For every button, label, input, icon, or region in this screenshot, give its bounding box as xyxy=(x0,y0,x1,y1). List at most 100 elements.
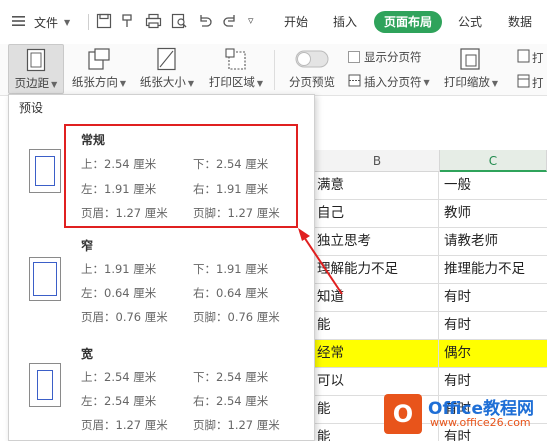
paper-size-label: 纸张大小 xyxy=(139,75,186,89)
margin-footer: 页脚：0.76 厘米 xyxy=(193,310,280,324)
margin-right: 右：0.64 厘米 xyxy=(193,286,269,300)
watermark: O Office教程网 www.office26.com xyxy=(384,386,547,441)
formula-area xyxy=(315,117,547,151)
panel-title: 预设 xyxy=(19,101,44,115)
preset-name: 窄 xyxy=(81,239,94,253)
column-header-c[interactable]: C xyxy=(440,150,547,172)
print-headers-icon xyxy=(517,74,530,91)
menu-bar: 文件 ▼ ▿ 开始 插入 页面布局 公式 数据 xyxy=(0,0,547,44)
print-area-icon xyxy=(224,44,248,74)
margin-bottom: 下：1.91 厘米 xyxy=(193,262,269,276)
ribbon: 页边距 ▼ 纸张方向 ▼ 纸张大小 ▼ 打印区域 ▼ 分页预览 显示分页符 插入分页符 … xyxy=(0,44,547,96)
print-icon[interactable] xyxy=(145,13,162,32)
print-titles-button[interactable]: 打 xyxy=(517,49,544,66)
show-page-breaks-checkbox[interactable]: 显示分页符 xyxy=(348,49,422,65)
page-break-preview-button[interactable]: 分页预览 xyxy=(284,44,340,94)
page-margins-icon xyxy=(26,45,46,75)
format-painter-icon[interactable] xyxy=(120,13,136,32)
save-icon[interactable] xyxy=(96,13,112,32)
preset-wide[interactable]: 宽 上：2.54 厘米 下：2.54 厘米 左：2.54 厘米 右：2.54 厘… xyxy=(9,335,314,441)
print-scaling-button[interactable]: 打印缩放 ▼ xyxy=(440,44,502,94)
table-row-highlighted: 经常 偶尔 xyxy=(315,340,547,368)
print-scaling-label: 打印缩放 xyxy=(443,75,490,89)
cell-b[interactable]: 理解能力不足 xyxy=(315,256,439,283)
redo-icon[interactable] xyxy=(222,13,238,32)
print-area-label: 打印区域 xyxy=(208,75,255,89)
insert-page-break-icon xyxy=(348,74,361,90)
chevron-down-icon: ▼ xyxy=(119,79,127,88)
page-break-preview-label: 分页预览 xyxy=(289,75,335,89)
cell-c[interactable]: 教师 xyxy=(440,200,547,227)
cell-b[interactable]: 独立思考 xyxy=(315,228,439,255)
chevron-down-icon: ▼ xyxy=(491,79,499,88)
page-margin-preview-icon xyxy=(29,149,61,193)
chevron-down-icon: ▼ xyxy=(51,80,58,89)
office-logo-icon: O xyxy=(384,394,422,434)
table-row: 能 有时 xyxy=(315,312,547,340)
print-preview-icon[interactable] xyxy=(171,13,188,32)
cell-c[interactable]: 一般 xyxy=(440,172,547,199)
cell-c[interactable]: 偶尔 xyxy=(440,340,547,367)
preset-narrow[interactable]: 窄 上：1.91 厘米 下：1.91 厘米 左：0.64 厘米 右：0.64 厘… xyxy=(9,229,314,335)
file-menu-label: 文件 xyxy=(34,15,59,30)
tab-insert[interactable]: 插入 xyxy=(333,11,357,33)
preset-name: 宽 xyxy=(81,347,94,361)
table-row: 知道 有时 xyxy=(315,284,547,312)
margin-right: 右：2.54 厘米 xyxy=(193,394,269,408)
tab-page-layout[interactable]: 页面布局 xyxy=(374,11,443,33)
cell-b[interactable]: 能 xyxy=(315,312,439,339)
hamburger-icon xyxy=(12,15,26,30)
show-page-breaks-label: 显示分页符 xyxy=(364,50,422,64)
margin-footer: 页脚：1.27 厘米 xyxy=(193,418,280,432)
margin-top: 上：2.54 厘米 xyxy=(81,370,157,384)
print-titles-label: 打 xyxy=(532,50,544,65)
orientation-button[interactable]: 纸张方向 ▼ xyxy=(68,44,130,94)
watermark-url: www.office26.com xyxy=(430,416,531,429)
chevron-down-icon: ▼ xyxy=(187,79,195,88)
print-titles-icon xyxy=(517,49,530,66)
undo-icon[interactable] xyxy=(197,13,213,32)
margin-left: 左：2.54 厘米 xyxy=(81,394,157,408)
table-row: 理解能力不足 推理能力不足 xyxy=(315,256,547,284)
print-headers-button[interactable]: 打 xyxy=(517,74,544,91)
page-margin-preview-icon xyxy=(29,363,61,407)
paper-size-icon xyxy=(156,44,178,74)
divider xyxy=(274,50,275,90)
margin-bottom: 下：2.54 厘米 xyxy=(193,370,269,384)
table-row: 自己 教师 xyxy=(315,200,547,228)
print-headers-label: 打 xyxy=(532,75,544,90)
paper-size-button[interactable]: 纸张大小 ▼ xyxy=(136,44,198,94)
page-margin-preview-icon xyxy=(29,257,61,301)
page-orientation-icon xyxy=(87,44,111,74)
chevron-down-icon: ▼ xyxy=(256,79,264,88)
checkbox-icon xyxy=(348,51,360,63)
cell-c[interactable]: 推理能力不足 xyxy=(440,256,547,283)
insert-page-break-label: 插入分页符 xyxy=(364,75,422,89)
margins-button[interactable]: 页边距 ▼ xyxy=(8,44,64,94)
cell-b[interactable]: 经常 xyxy=(315,340,439,367)
cell-c[interactable]: 请教老师 xyxy=(440,228,547,255)
cell-c[interactable]: 有时 xyxy=(440,312,547,339)
margin-header: 页眉：0.76 厘米 xyxy=(81,310,168,324)
insert-page-break-button[interactable]: 插入分页符 ▼ xyxy=(348,74,430,90)
cell-b[interactable]: 满意 xyxy=(315,172,439,199)
cell-b[interactable]: 自己 xyxy=(315,200,439,227)
file-menu[interactable]: 文件 ▼ xyxy=(12,11,70,33)
toggle-switch-icon xyxy=(295,44,329,74)
chevron-down-icon: ▼ xyxy=(64,17,71,27)
tab-formulas[interactable]: 公式 xyxy=(458,11,482,33)
divider xyxy=(88,14,89,30)
cell-c[interactable]: 有时 xyxy=(440,284,547,311)
print-scaling-icon xyxy=(459,44,483,74)
customize-toolbar-icon[interactable]: ▿ xyxy=(248,14,254,27)
tab-home[interactable]: 开始 xyxy=(284,11,308,33)
cell-b[interactable]: 知道 xyxy=(315,284,439,311)
orientation-label: 纸张方向 xyxy=(71,75,118,89)
margin-left: 左：0.64 厘米 xyxy=(81,286,157,300)
tab-data[interactable]: 数据 xyxy=(508,11,532,33)
chevron-down-icon: ▼ xyxy=(423,77,430,87)
table-row: 满意 一般 xyxy=(315,172,547,200)
print-area-button[interactable]: 打印区域 ▼ xyxy=(205,44,267,94)
column-header-b[interactable]: B xyxy=(315,150,440,172)
table-row: 独立思考 请教老师 xyxy=(315,228,547,256)
